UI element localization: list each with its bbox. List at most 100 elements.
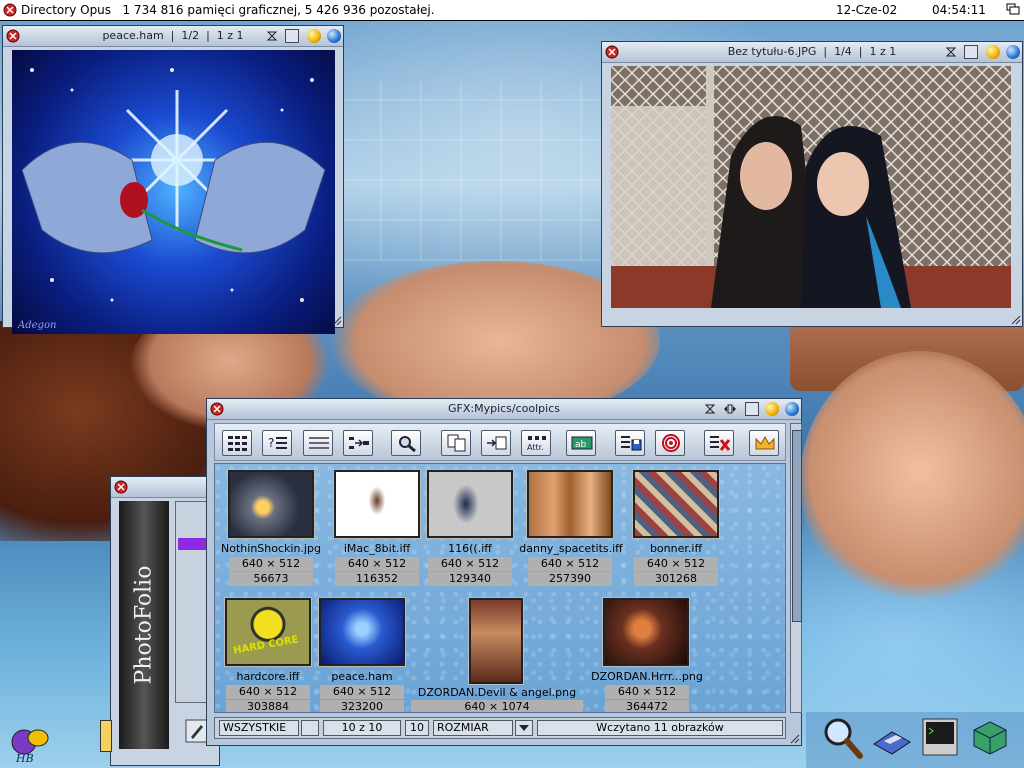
list-icon bbox=[309, 437, 329, 449]
toolbar-crown-button[interactable] bbox=[749, 430, 779, 456]
toolbar-save-button[interactable] bbox=[615, 430, 645, 456]
target-icon bbox=[662, 434, 680, 452]
fullscreen-icon[interactable] bbox=[723, 402, 737, 416]
photofolio-window[interactable]: PhotoFolio bbox=[110, 476, 220, 766]
thumbnail[interactable] bbox=[227, 469, 315, 539]
shell-icon[interactable] bbox=[922, 718, 958, 756]
depth-orb-icon[interactable] bbox=[327, 29, 341, 43]
file-size: 301268 bbox=[634, 572, 718, 586]
toolbar-attributes-button[interactable]: Attr. bbox=[521, 430, 551, 456]
thumbnail[interactable] bbox=[526, 469, 614, 539]
toolbar-target-button[interactable] bbox=[655, 430, 685, 456]
wallpaper-tiles bbox=[340, 81, 620, 261]
thumbnail-caption: HARD CORE bbox=[232, 634, 300, 657]
thumbnail[interactable]: HARD CORE bbox=[224, 597, 312, 667]
resize-icon[interactable] bbox=[332, 316, 342, 326]
iconify-icon[interactable] bbox=[944, 45, 958, 59]
file-icon-area[interactable]: NothinShockin.jpg 640 × 512 56673 iMac_8… bbox=[214, 463, 786, 713]
peace-viewer-window[interactable]: peace.ham | 1/2 | 1 z 1 Adegon bbox=[2, 25, 344, 334]
rename-label: ab bbox=[575, 440, 587, 450]
dock-bar bbox=[806, 712, 1024, 768]
file-item[interactable]: DZORDAN.Devil & angel.png 640 × 1074 bbox=[411, 597, 583, 712]
wallpaper-hip bbox=[800, 351, 1024, 611]
file-name: bonner.iff bbox=[649, 542, 703, 555]
file-name: iMac_8bit.iff bbox=[343, 542, 411, 555]
depth-orb-icon[interactable] bbox=[1006, 45, 1020, 59]
toolbar-copy-button[interactable] bbox=[441, 430, 471, 456]
toolbar-info-list-button[interactable]: ? bbox=[262, 430, 292, 456]
file-item[interactable]: peace.ham 640 × 512 323200 bbox=[313, 597, 409, 712]
toolbar-rename-button[interactable]: ab bbox=[566, 430, 596, 456]
attributes-icon: Attr. bbox=[527, 436, 546, 452]
file-size: 129340 bbox=[428, 572, 512, 586]
yellow-orb-icon[interactable] bbox=[307, 29, 321, 43]
file-item[interactable]: iMac_8bit.iff 640 × 512 116352 bbox=[327, 469, 421, 586]
resize-icon[interactable] bbox=[1011, 315, 1021, 325]
photo-viewer-window[interactable]: Bez tytułu-6.JPG | 1/4 | 1 z 1 bbox=[601, 41, 1023, 327]
file-dimensions: 640 × 512 bbox=[605, 685, 689, 699]
info-list-icon: ? bbox=[268, 436, 287, 450]
file-dimensions: 640 × 512 bbox=[335, 557, 419, 571]
sort-dropdown-button[interactable] bbox=[515, 720, 533, 736]
file-item[interactable]: NothinShockin.jpg 640 × 512 56673 bbox=[219, 469, 321, 586]
yellow-orb-icon[interactable] bbox=[986, 45, 1000, 59]
toolbar-select-button[interactable] bbox=[343, 430, 373, 456]
move-icon bbox=[487, 436, 507, 450]
window-title-bar[interactable]: GFX:Mypics/coolpics bbox=[207, 399, 801, 420]
file-item[interactable]: danny_spacetits.iff 640 × 512 257390 bbox=[515, 469, 625, 586]
iconify-icon[interactable] bbox=[703, 402, 717, 416]
thumbnail[interactable] bbox=[468, 597, 524, 685]
scrollbar-knob[interactable] bbox=[792, 430, 802, 622]
thumbnail[interactable] bbox=[632, 469, 720, 539]
toolbar-move-button[interactable] bbox=[481, 430, 511, 456]
thumbnail[interactable] bbox=[426, 469, 514, 539]
thumbnail[interactable] bbox=[602, 597, 690, 667]
delete-icon bbox=[710, 436, 731, 451]
yellow-orb-icon[interactable] bbox=[765, 402, 779, 416]
svg-text:?: ? bbox=[268, 436, 274, 450]
depth-orb-icon[interactable] bbox=[785, 402, 799, 416]
cube-icon[interactable] bbox=[972, 720, 1008, 756]
resize-icon[interactable] bbox=[790, 734, 800, 744]
file-size: 56673 bbox=[229, 572, 313, 586]
disk-icon[interactable] bbox=[872, 726, 912, 756]
file-size: 303884 bbox=[226, 700, 310, 712]
close-icon[interactable] bbox=[114, 480, 128, 494]
window-title-bar[interactable] bbox=[111, 477, 219, 498]
screen-depth-icon[interactable] bbox=[1006, 3, 1020, 15]
file-name: peace.ham bbox=[331, 670, 393, 683]
vertical-scrollbar[interactable] bbox=[790, 423, 802, 713]
view-grid-icon bbox=[228, 436, 247, 451]
thumbnail[interactable] bbox=[333, 469, 421, 539]
hb-logo-icon[interactable]: HB bbox=[6, 724, 60, 768]
app-icon-fragment[interactable] bbox=[100, 720, 112, 752]
toolbar-view-grid-button[interactable] bbox=[222, 430, 252, 456]
close-icon[interactable] bbox=[3, 3, 17, 17]
toolbar-search-button[interactable] bbox=[391, 430, 421, 456]
thumbnail[interactable] bbox=[318, 597, 406, 667]
toolbar-list-button[interactable] bbox=[303, 430, 333, 456]
file-item[interactable]: DZORDAN.Hrrr...png 640 × 512 364472 bbox=[585, 597, 709, 712]
search-magnify-icon bbox=[399, 436, 416, 452]
file-item[interactable]: HARD CORE hardcore.iff 640 × 512 303884 bbox=[219, 597, 315, 712]
filter-button[interactable]: WSZYSTKIE bbox=[219, 720, 299, 736]
file-name: DZORDAN.Devil & angel.png bbox=[417, 686, 577, 699]
magnifier-icon[interactable] bbox=[822, 716, 864, 760]
file-dimensions: 640 × 512 bbox=[229, 557, 313, 571]
file-dimensions: 640 × 512 bbox=[528, 557, 612, 571]
crown-icon bbox=[755, 435, 775, 450]
lister-status-bar: WSZYSTKIE 10 z 10 10 ROZMIAR Wczytano 11… bbox=[214, 717, 786, 739]
window-title-bar[interactable]: Bez tytułu-6.JPG | 1/4 | 1 z 1 bbox=[602, 42, 1022, 63]
zoom-icon[interactable] bbox=[285, 29, 299, 43]
toolbar-delete-button[interactable] bbox=[704, 430, 734, 456]
selected-count: 10 z 10 bbox=[323, 720, 401, 736]
file-lister-window[interactable]: GFX:Mypics/coolpics ? Attr. ab NothinSho… bbox=[206, 398, 802, 746]
window-title-bar[interactable]: peace.ham | 1/2 | 1 z 1 bbox=[3, 26, 343, 47]
zoom-icon[interactable] bbox=[745, 402, 759, 416]
screen-clock: 04:54:11 bbox=[932, 3, 986, 17]
logo-text: HB bbox=[15, 752, 34, 765]
iconify-icon[interactable] bbox=[265, 29, 279, 43]
file-item[interactable]: bonner.iff 640 × 512 301268 bbox=[627, 469, 723, 586]
zoom-icon[interactable] bbox=[964, 45, 978, 59]
file-item[interactable]: 116((.iff 640 × 512 129340 bbox=[421, 469, 514, 586]
